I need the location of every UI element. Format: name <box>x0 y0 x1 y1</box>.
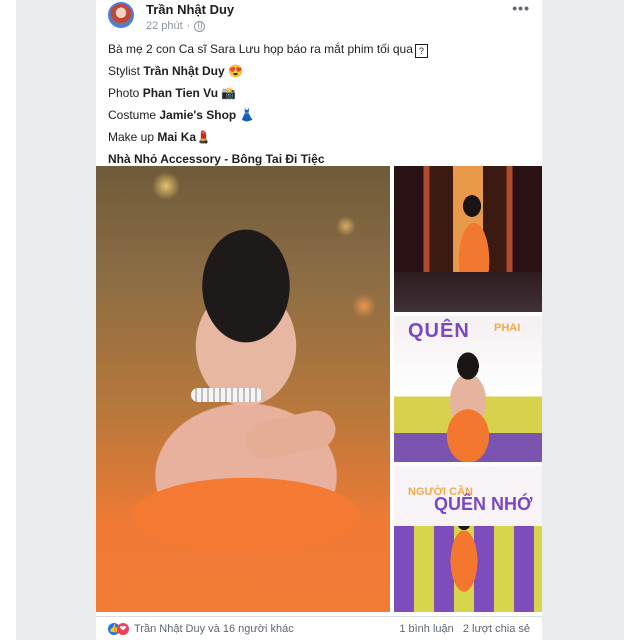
line-text: Costume <box>108 108 160 122</box>
camera-emoji-icon: 📸 <box>221 86 237 100</box>
emoji-icon: 😍 <box>228 64 243 78</box>
post-time[interactable]: 22 phút <box>146 20 183 32</box>
avatar[interactable] <box>108 2 134 28</box>
left-margin <box>0 0 16 640</box>
dress-emoji-icon: 👗 <box>239 108 255 122</box>
shares-count[interactable]: 2 lượt chia sẻ <box>463 623 530 635</box>
post-card: Trần Nhật Duy 22 phút · ••• Bà mẹ 2 con … <box>96 0 542 640</box>
reactions-summary[interactable]: Trần Nhật Duy và 16 người khác <box>134 623 294 635</box>
line-text: Stylist <box>108 64 144 78</box>
post-line: Bà mẹ 2 con Ca sĩ Sara Lưu họp báo ra mắ… <box>108 38 538 60</box>
post-meta: 22 phút · <box>146 20 206 32</box>
post-line: Make up Mai Ka💄 <box>108 126 538 148</box>
stylist-link[interactable]: Trần Nhật Duy <box>143 64 224 78</box>
photo-3[interactable]: QUÊN PHAI <box>394 316 542 462</box>
reaction-icons[interactable]: 👍 ❤ <box>108 623 132 635</box>
photo-2[interactable] <box>394 166 542 312</box>
necklace <box>191 388 263 402</box>
comments-count[interactable]: 1 bình luận <box>399 623 453 635</box>
author-name[interactable]: Trần Nhật Duy <box>146 2 234 17</box>
line-text: Photo <box>108 86 143 100</box>
post-stats: 1 bình luận 2 lượt chia sẻ <box>393 623 530 635</box>
love-icon: ❤ <box>117 623 129 635</box>
lipstick-emoji-icon: 💄 <box>196 130 211 144</box>
accessory-link[interactable]: Nhà Nhỏ Accessory - Bông Tai Đi Tiệc <box>108 152 325 166</box>
makeup-link[interactable]: Mai Ka <box>157 130 196 144</box>
photo-4[interactable]: NGƯỜI CẦN QUÊN NHỚ <box>394 466 542 612</box>
poster-title: QUÊN <box>408 320 470 342</box>
post-line: Costume Jamie's Shop 👗 <box>108 104 538 126</box>
unknown-glyph-icon: ? <box>414 44 428 58</box>
globe-icon <box>194 20 206 32</box>
hand <box>243 407 339 463</box>
post-line: Stylist Trần Nhật Duy 😍 <box>108 60 538 82</box>
right-margin <box>624 0 640 640</box>
line-text: Bà mẹ 2 con Ca sĩ Sara Lưu họp báo ra mắ… <box>108 42 413 56</box>
post-line: Photo Phan Tien Vu 📸 <box>108 82 538 104</box>
background-lights <box>96 166 390 366</box>
photo-grid: QUÊN PHAI NGƯỜI CẦN QUÊN NHỚ <box>96 166 542 612</box>
line-text: Make up <box>108 130 158 144</box>
floor <box>394 272 542 312</box>
more-options-icon[interactable]: ••• <box>512 0 530 16</box>
post-text: Bà mẹ 2 con Ca sĩ Sara Lưu họp báo ra mắ… <box>108 38 538 170</box>
separator-dot: · <box>186 20 191 32</box>
poster-big-title: QUÊN NHỚ <box>434 494 533 514</box>
poster-subtitle: PHAI <box>494 322 521 334</box>
post-footer: 👍 ❤ Trần Nhật Duy và 16 người khác 1 bìn… <box>96 616 542 640</box>
photo-link[interactable]: Phan Tien Vu <box>143 86 218 100</box>
costume-link[interactable]: Jamie's Shop <box>159 108 236 122</box>
photo-main[interactable] <box>96 166 390 612</box>
